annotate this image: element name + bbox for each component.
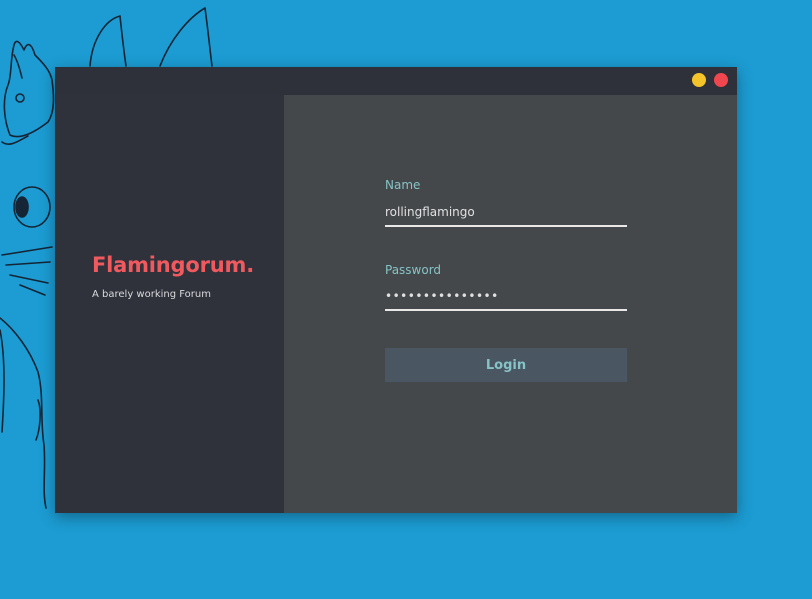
app-title: Flamingorum.	[92, 253, 254, 277]
name-label: Name	[385, 178, 421, 192]
close-dot-icon[interactable]	[714, 73, 728, 87]
login-form-panel: Name Password Login	[284, 95, 737, 513]
window-titlebar[interactable]	[55, 67, 737, 95]
login-button[interactable]: Login	[385, 348, 627, 382]
branding-sidebar: Flamingorum. A barely working Forum	[55, 95, 284, 513]
app-subtitle: A barely working Forum	[92, 289, 211, 300]
minimize-dot-icon[interactable]	[692, 73, 706, 87]
sketch-ear-right	[159, 7, 213, 67]
sketch-body	[0, 317, 47, 509]
sketch-ear-left	[89, 15, 127, 67]
password-input[interactable]	[385, 283, 627, 311]
sketch-whiskers	[1, 246, 53, 256]
login-window: Flamingorum. A barely working Forum Name…	[55, 67, 737, 513]
name-input[interactable]	[385, 199, 627, 227]
sketch-small-creature	[3, 40, 55, 138]
password-label: Password	[385, 263, 442, 277]
